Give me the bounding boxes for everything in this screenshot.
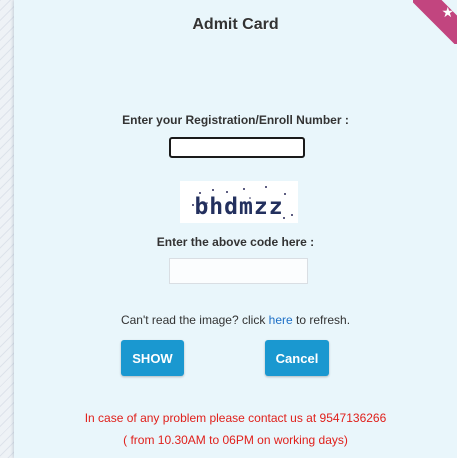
captcha-label: Enter the above code here : xyxy=(156,235,315,249)
refresh-prefix: Can't read the image? click xyxy=(120,313,269,327)
admit-card-panel: Admit Card ★ Enter your Registration/Enr… xyxy=(14,0,457,458)
refresh-suffix: to refresh. xyxy=(292,313,351,327)
registration-label: Enter your Registration/Enroll Number : xyxy=(122,113,349,127)
page-title: Admit Card xyxy=(192,16,279,33)
captcha-svg: bhdmzz xyxy=(192,186,293,220)
contact-hours: ( from 10.30AM to 06PM on working days) xyxy=(123,433,348,447)
show-button[interactable]: SHOW xyxy=(121,340,184,376)
cancel-button[interactable]: Cancel xyxy=(265,340,329,376)
contact-line: In case of any problem please contact us… xyxy=(84,411,387,425)
refresh-hint: Can't read the image? click here to refr… xyxy=(14,313,457,327)
registration-input[interactable] xyxy=(169,137,305,158)
captcha-input[interactable] xyxy=(169,258,308,284)
refresh-link[interactable]: here xyxy=(269,313,293,327)
corner-ribbon: ★ xyxy=(413,0,457,44)
star-icon: ★ xyxy=(441,5,454,21)
captcha-text: bhdmzz xyxy=(194,194,283,220)
captcha-image: bhdmzz xyxy=(180,181,298,223)
